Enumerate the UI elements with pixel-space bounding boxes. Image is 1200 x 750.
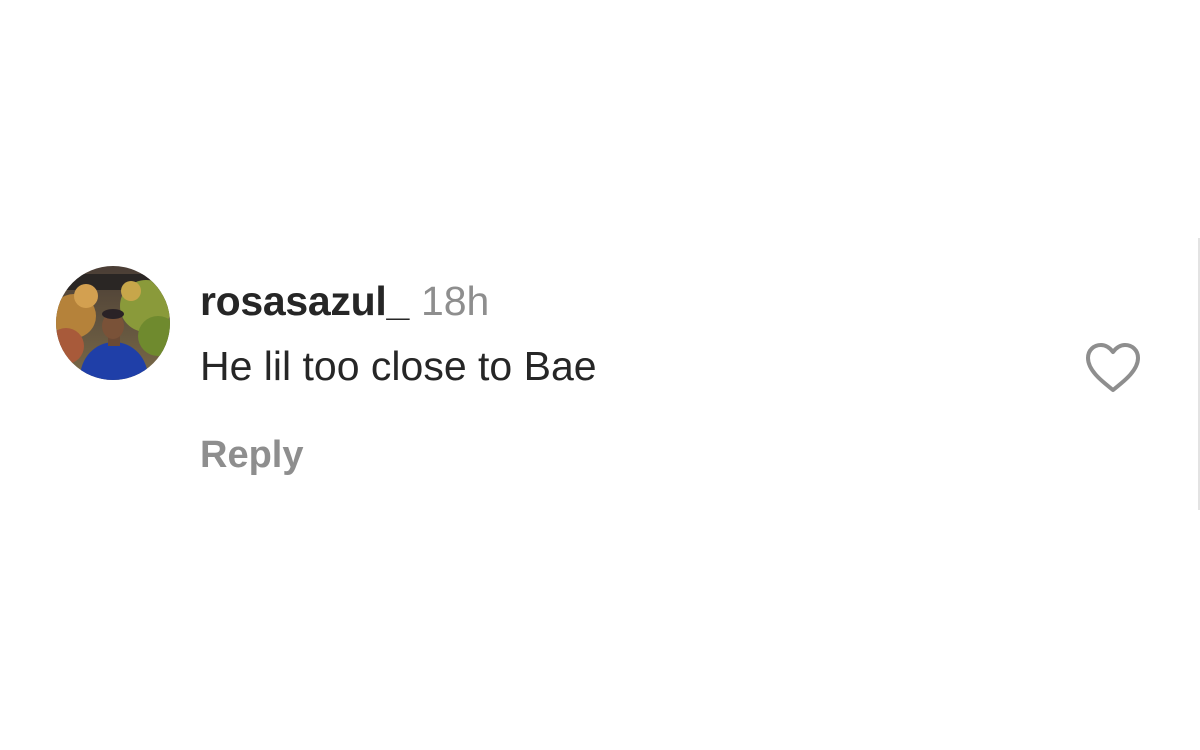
username-link[interactable]: rosasazul_ bbox=[200, 278, 409, 325]
user-avatar[interactable] bbox=[56, 266, 170, 380]
comment-timestamp: 18h bbox=[420, 278, 490, 324]
comment-body: rosasazul_ 18h He lil too close to Bae bbox=[200, 278, 597, 390]
comment-text: He lil too close to Bae bbox=[200, 343, 597, 389]
heart-outline-icon bbox=[1086, 343, 1140, 392]
comment-page: rosasazul_ 18h He lil too close to Bae R… bbox=[0, 0, 1200, 750]
comment-meta: rosasazul_ 18h bbox=[200, 278, 597, 328]
comment-item: rosasazul_ 18h He lil too close to Bae R… bbox=[56, 266, 1146, 486]
like-button[interactable] bbox=[1084, 342, 1142, 394]
reply-button[interactable]: Reply bbox=[200, 434, 303, 477]
